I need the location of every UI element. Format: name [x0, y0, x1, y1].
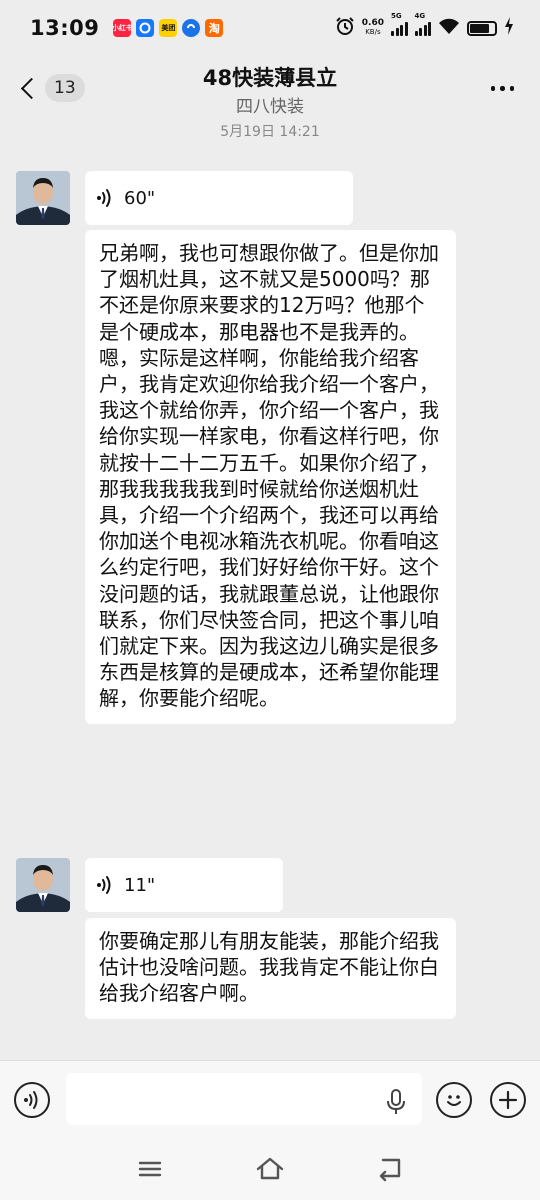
voice-transcript-bubble[interactable]: 你要确定那儿有朋友能装，那能介绍我估计也没啥问题。我我肯定不能让你白给我介绍客户…: [85, 918, 456, 1019]
input-bar: [0, 1060, 540, 1138]
chat-subtitle: 四八快装: [236, 97, 304, 117]
avatar[interactable]: [16, 171, 70, 225]
transcript-text: 兄弟啊，我也可想跟你做了。但是你加了烟机灶具，这不就又是5000吗？那不还是你原…: [99, 241, 439, 711]
taobao-app-icon: 淘: [205, 19, 224, 37]
notification-app-icons: 小红书 美团 淘: [113, 19, 224, 37]
microphone-icon[interactable]: [386, 1089, 406, 1119]
system-nav-bar: [0, 1138, 540, 1200]
transcript-text: 你要确定那儿有朋友能装，那能介绍我估计也没啥问题。我我肯定不能让你白给我介绍客户…: [99, 929, 439, 1006]
xiaohongshu-app-icon: 小红书: [113, 19, 132, 37]
voice-input-button[interactable]: [14, 1082, 50, 1118]
voice-wave-icon: [24, 1091, 38, 1109]
smiley-icon: [447, 1095, 461, 1106]
message-input[interactable]: [66, 1073, 422, 1125]
meituan-app-icon: 美团: [159, 19, 178, 37]
status-time: 13:09: [30, 16, 100, 40]
fund-app-icon: [182, 19, 201, 37]
voice-message-bubble[interactable]: 60": [85, 171, 353, 225]
back-nav-icon[interactable]: [375, 1154, 405, 1184]
avatar[interactable]: [16, 858, 70, 912]
status-bar: 13:09 小红书 美团 淘 0.60 KB/s 5G 4G: [0, 0, 540, 56]
wifi-icon: [438, 17, 460, 39]
more-actions-button[interactable]: [490, 1082, 526, 1118]
voice-duration: 60": [124, 187, 156, 209]
emoji-button[interactable]: [436, 1082, 472, 1118]
battery-icon: [467, 20, 497, 36]
more-dots-icon: [490, 86, 495, 91]
charging-icon: [504, 17, 514, 39]
signal-5g-icon: 5G: [391, 12, 408, 36]
voice-wave-icon: [97, 189, 111, 207]
voice-message-bubble[interactable]: 11": [85, 858, 283, 912]
plus-icon: [498, 1090, 518, 1110]
more-options-button[interactable]: [490, 86, 514, 91]
voice-duration: 11": [124, 874, 156, 896]
home-icon[interactable]: [255, 1154, 285, 1184]
voice-wave-icon: [97, 876, 111, 894]
blue-app-icon: [136, 19, 155, 37]
alarm-icon: [335, 16, 355, 40]
network-speed: 0.60 KB/s: [361, 18, 384, 37]
signal-4g-icon: 4G: [414, 12, 431, 36]
chat-title: 48快装薄县立: [202, 66, 338, 90]
menu-icon[interactable]: [135, 1154, 165, 1184]
chat-header: 13 48快装薄县立 四八快装: [0, 56, 540, 122]
message-timestamp: 5月19日 14:21: [220, 124, 320, 140]
voice-transcript-bubble[interactable]: 兄弟啊，我也可想跟你做了。但是你加了烟机灶具，这不就又是5000吗？那不还是你原…: [85, 230, 456, 724]
